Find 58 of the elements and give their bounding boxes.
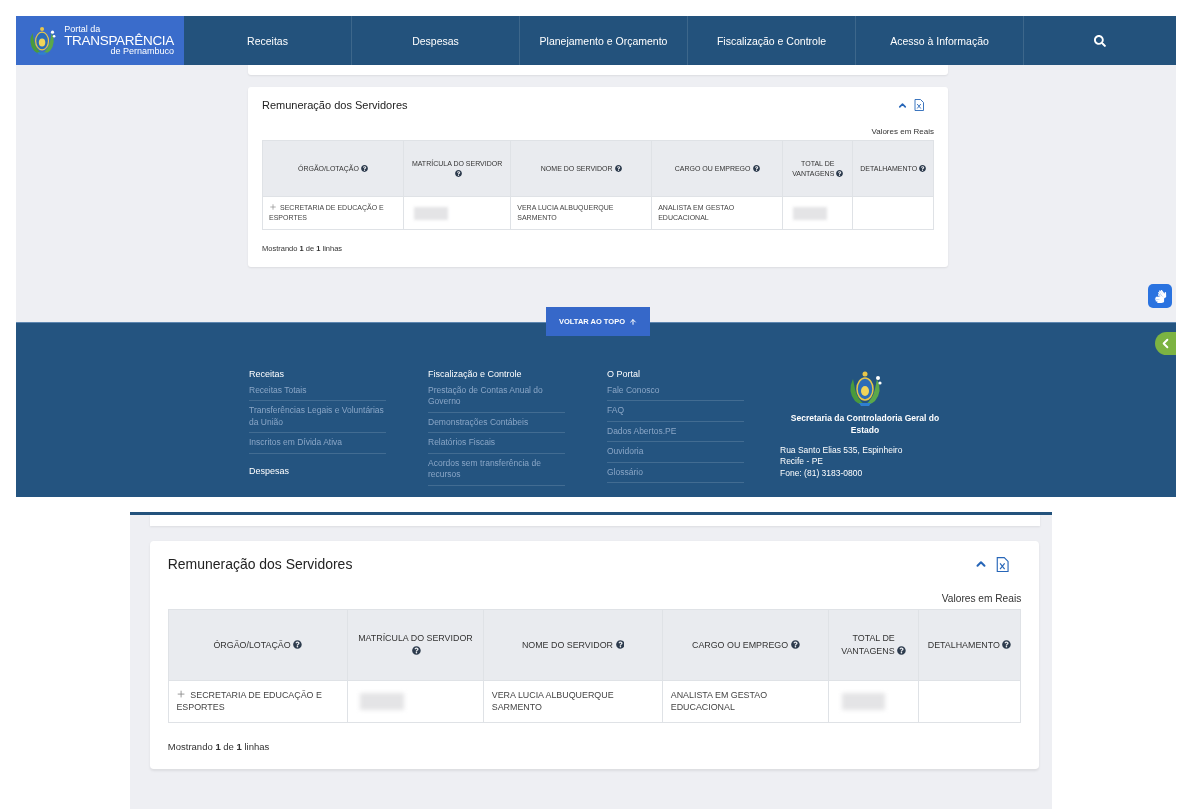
column-header: ÓRGÃO/LOTAÇÃO (168, 609, 348, 681)
help-icon[interactable] (412, 646, 422, 656)
help-icon[interactable] (752, 164, 760, 172)
table-cell: ANALISTA EM GESTAO EDUCACIONAL (662, 680, 829, 723)
help-icon[interactable] (919, 164, 927, 172)
column-header: MATRÍCULA DO SERVIDOR (347, 609, 484, 681)
footer-link[interactable]: Fale Conosco (607, 381, 744, 402)
blurred-value (360, 693, 404, 710)
spreadsheet-file-icon (995, 556, 1009, 573)
arrow-up-icon (629, 317, 637, 326)
blurred-value (413, 206, 448, 220)
footer-heading: O Portal (607, 369, 641, 379)
help-icon[interactable] (293, 640, 303, 649)
agency-name: Secretaria da Controladoria Geral do Estado (789, 413, 941, 437)
search-icon (1094, 34, 1106, 47)
footer-link[interactable]: Relatórios Fiscais (428, 433, 565, 454)
footer-link[interactable]: Glossário (607, 462, 744, 484)
card-title: Remuneração dos Servidores (262, 99, 408, 111)
help-icon[interactable] (897, 646, 907, 656)
footer-heading: Despesas (249, 465, 291, 476)
values-note: Valores em Reais (871, 127, 934, 136)
sign-language-button[interactable] (1148, 284, 1172, 308)
table-cell: VERA LUCIA ALBUQUERQUE SARMENTO (483, 680, 663, 723)
blurred-value (842, 693, 886, 710)
spreadsheet-file-icon (914, 99, 924, 111)
table-cell: SECRETARIA DE EDUCAÇÃO E ESPORTES (168, 680, 348, 723)
footer-link[interactable]: Dados Abertos.PE (607, 421, 744, 443)
help-icon[interactable] (360, 164, 368, 172)
export-button[interactable] (995, 556, 1009, 573)
hand-icon (1153, 289, 1167, 303)
footer-link[interactable]: Prestação de Contas Anual do Governo (428, 381, 565, 413)
side-panel-tab[interactable] (1155, 332, 1176, 355)
footer-link[interactable]: Transferências Legais e Voluntárias da União (249, 401, 386, 434)
help-icon[interactable] (615, 640, 625, 649)
footer-link[interactable]: FAQ (607, 401, 744, 422)
footer-link[interactable]: Demonstrações Contábeis (428, 412, 565, 434)
agency-address: Rua Santo Elias 535, Espinheiro Recife - PE Fone: (81) 3183-0800 (780, 444, 903, 480)
rows-summary: Mostrando 1 de 1 linhas (167, 740, 271, 752)
footer-link[interactable]: Inscritos em Dívida Ativa (249, 433, 386, 454)
card-title: Remuneração dos Servidores (167, 556, 353, 573)
column-header: TOTAL DE VANTAGENS (828, 609, 919, 681)
help-icon[interactable] (1002, 640, 1012, 649)
help-icon[interactable] (836, 169, 844, 177)
help-icon[interactable] (790, 640, 800, 649)
footer-link[interactable]: Acordos sem transferência de recursos (428, 453, 565, 486)
values-note: Valores em Reais (941, 592, 1022, 604)
help-icon[interactable] (454, 169, 462, 177)
column-header: NOME DO SERVIDOR (483, 609, 663, 681)
help-icon[interactable] (614, 164, 622, 172)
column-header: DETALHAMENTO (918, 609, 1021, 681)
column-header: CARGO OU EMPREGO (662, 609, 829, 681)
footer-link[interactable]: Receitas Totais (249, 381, 386, 402)
footer-link[interactable]: Ouvidoria (607, 442, 744, 463)
blurred-value (793, 206, 827, 220)
footer-heading: Receitas (249, 369, 285, 379)
portal-logo[interactable]: Portal da TRANSPARÊNCIA de Pernambuco (16, 16, 184, 65)
export-button[interactable] (914, 99, 924, 111)
footer-heading: Fiscalização e Controle (428, 369, 523, 379)
